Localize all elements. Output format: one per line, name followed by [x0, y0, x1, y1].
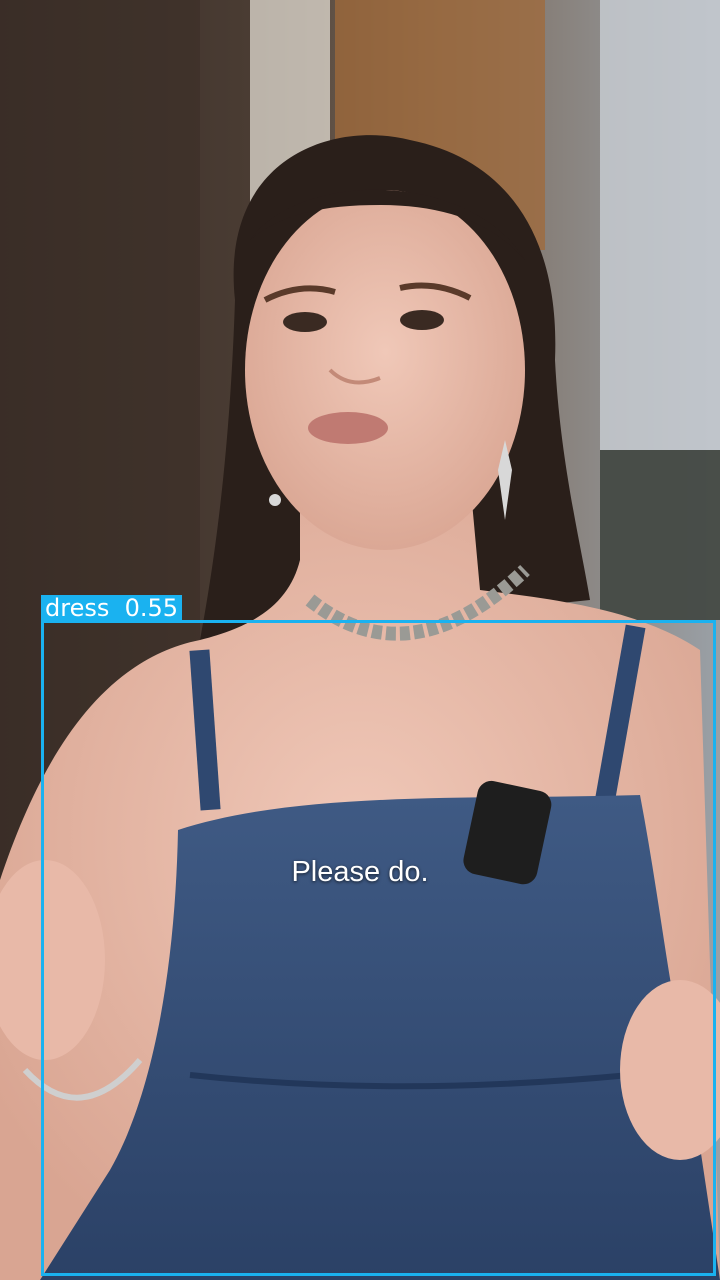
lips [308, 412, 388, 444]
stud-earring-icon [269, 494, 281, 506]
right-eye [400, 310, 444, 330]
video-frame: dress 0.55 Please do. [0, 0, 720, 1280]
left-eye [283, 312, 327, 332]
detection-label: dress 0.55 [41, 595, 183, 622]
subtitle-caption: Please do. [291, 856, 429, 888]
face [245, 190, 525, 550]
dark-plant [600, 450, 720, 620]
detection-bounding-box [41, 620, 716, 1276]
